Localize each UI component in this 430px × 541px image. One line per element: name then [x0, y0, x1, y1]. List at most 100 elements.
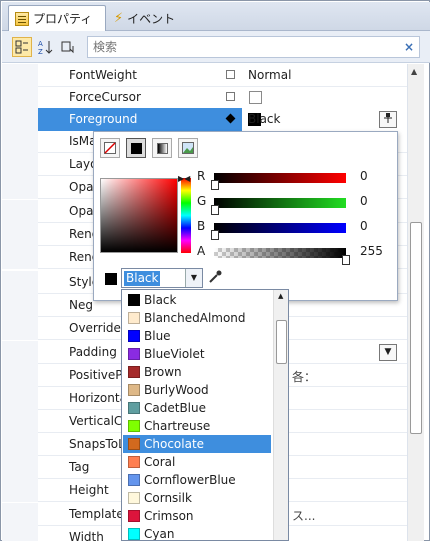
red-label: R: [197, 169, 206, 183]
gradient-brush-icon: [156, 142, 168, 154]
color-list-item[interactable]: CornflowerBlue: [123, 471, 271, 489]
saturation-value-area[interactable]: [100, 178, 178, 253]
property-name: Width: [69, 530, 104, 541]
blue-value[interactable]: 0: [360, 219, 368, 233]
property-row-selected[interactable]: Foreground Black: [2, 108, 407, 131]
solid-brush-button[interactable]: [126, 138, 146, 158]
color-list-item[interactable]: Cyan: [123, 525, 271, 541]
properties-icon: [15, 11, 29, 26]
color-swatch: [128, 330, 140, 342]
color-swatch: [128, 492, 140, 504]
color-name: Blue: [144, 329, 171, 343]
green-slider[interactable]: [214, 198, 346, 208]
forcecursor-checkbox[interactable]: [249, 91, 262, 104]
color-name-combobox[interactable]: Black ▼: [121, 268, 203, 288]
property-name: Template: [69, 507, 124, 521]
color-list-item[interactable]: BlanchedAlmond: [123, 309, 271, 327]
color-list-item[interactable]: Brown: [123, 363, 271, 381]
color-list-item[interactable]: Crimson: [123, 507, 271, 525]
red-slider-knob[interactable]: [211, 180, 219, 190]
property-marker-icon[interactable]: [226, 70, 235, 79]
color-swatch: [128, 456, 140, 468]
search-input[interactable]: [88, 37, 388, 57]
color-name: Cyan: [144, 527, 175, 541]
color-name: BlanchedAlmond: [144, 311, 246, 325]
color-list-item[interactable]: BlueViolet: [123, 345, 271, 363]
dropdown-scrollbar[interactable]: ▲: [273, 290, 288, 540]
grid-scrollbar[interactable]: ▲: [407, 64, 424, 541]
properties-panel: プロパティ ⚡ イベント AZ × FontWeight Normal: [0, 0, 430, 541]
color-list-item[interactable]: Chocolate: [123, 435, 271, 453]
color-list-item[interactable]: Blue: [123, 327, 271, 345]
property-name: Tag: [69, 460, 90, 474]
row-gutter: [2, 108, 38, 131]
color-swatch: [128, 384, 140, 396]
alpha-value[interactable]: 255: [360, 244, 383, 258]
red-value[interactable]: 0: [360, 169, 368, 183]
color-list-item[interactable]: Cornsilk: [123, 489, 271, 507]
color-list-item[interactable]: Coral: [123, 453, 271, 471]
property-name: Foreground: [69, 112, 138, 126]
color-name: Chocolate: [144, 437, 205, 451]
image-brush-icon: [182, 142, 194, 154]
color-editor-popup: ▶◀ R 0 G 0 B 0 A 255 Black ▼: [93, 131, 398, 301]
property-name: SnapsToL: [69, 437, 125, 451]
brush-type-bar: [100, 138, 198, 158]
color-name: BurlyWood: [144, 383, 209, 397]
combobox-dropdown-icon[interactable]: ▼: [185, 269, 202, 287]
scroll-up-icon[interactable]: ▲: [411, 67, 417, 76]
sort-alphabetical-button[interactable]: AZ: [35, 37, 55, 57]
row-gutter: [2, 64, 38, 87]
property-row[interactable]: ForceCursor: [2, 86, 407, 109]
image-brush-button[interactable]: [178, 138, 198, 158]
color-list-item[interactable]: BurlyWood: [123, 381, 271, 399]
color-list-item[interactable]: Black: [123, 291, 271, 309]
hue-slider[interactable]: [181, 178, 191, 253]
property-row[interactable]: FontWeight Normal: [2, 64, 407, 87]
color-name: CadetBlue: [144, 401, 206, 415]
blue-slider[interactable]: [214, 223, 346, 233]
blue-slider-knob[interactable]: [211, 230, 219, 240]
property-value[interactable]: ス...: [292, 507, 315, 524]
dropdown-scroll-thumb[interactable]: [276, 320, 287, 364]
lightning-icon: ⚡: [114, 10, 124, 26]
padding-expand-button[interactable]: ▼: [379, 344, 397, 361]
clear-search-icon[interactable]: ×: [404, 40, 414, 54]
no-brush-button[interactable]: [100, 138, 120, 158]
tab-properties[interactable]: プロパティ: [8, 5, 106, 31]
property-marker-icon[interactable]: [226, 92, 235, 101]
scroll-up-icon[interactable]: ▲: [278, 292, 283, 300]
scroll-thumb[interactable]: [410, 222, 422, 434]
gradient-brush-button[interactable]: [152, 138, 172, 158]
property-name: Overrides: [69, 321, 128, 335]
property-name: ForceCursor: [69, 90, 141, 104]
hue-marker-icon[interactable]: ▶◀: [178, 174, 190, 183]
alpha-slider[interactable]: [214, 248, 346, 258]
categorize-button[interactable]: [12, 37, 32, 57]
pin-button[interactable]: [379, 111, 397, 128]
search-box[interactable]: ×: [87, 36, 420, 58]
red-slider[interactable]: [214, 173, 346, 183]
row-gutter: [2, 86, 38, 109]
tab-events[interactable]: ⚡ イベント: [108, 5, 198, 31]
color-name: Black: [144, 293, 177, 307]
color-name-text[interactable]: Black: [124, 271, 161, 286]
color-list-item[interactable]: CadetBlue: [123, 399, 271, 417]
property-value[interactable]: Black: [248, 112, 280, 126]
alpha-label: A: [197, 244, 206, 258]
green-label: G: [197, 194, 207, 208]
color-name: Crimson: [144, 509, 194, 523]
tab-bar: プロパティ ⚡ イベント: [2, 2, 430, 31]
color-dropdown-list[interactable]: Black BlanchedAlmond Blue BlueViolet Brown Bu…: [121, 289, 289, 541]
toolbar: AZ ×: [2, 31, 430, 63]
filter-button[interactable]: [58, 37, 78, 57]
color-swatch: [128, 348, 140, 360]
green-value[interactable]: 0: [360, 194, 368, 208]
property-name: VerticalC: [69, 414, 123, 428]
alpha-slider-knob[interactable]: [342, 255, 350, 265]
green-slider-knob[interactable]: [211, 205, 219, 215]
eyedropper-icon[interactable]: [208, 270, 222, 288]
property-value[interactable]: Normal: [248, 68, 291, 82]
color-list-item[interactable]: Chartreuse: [123, 417, 271, 435]
property-value[interactable]: 各：: [292, 368, 316, 385]
